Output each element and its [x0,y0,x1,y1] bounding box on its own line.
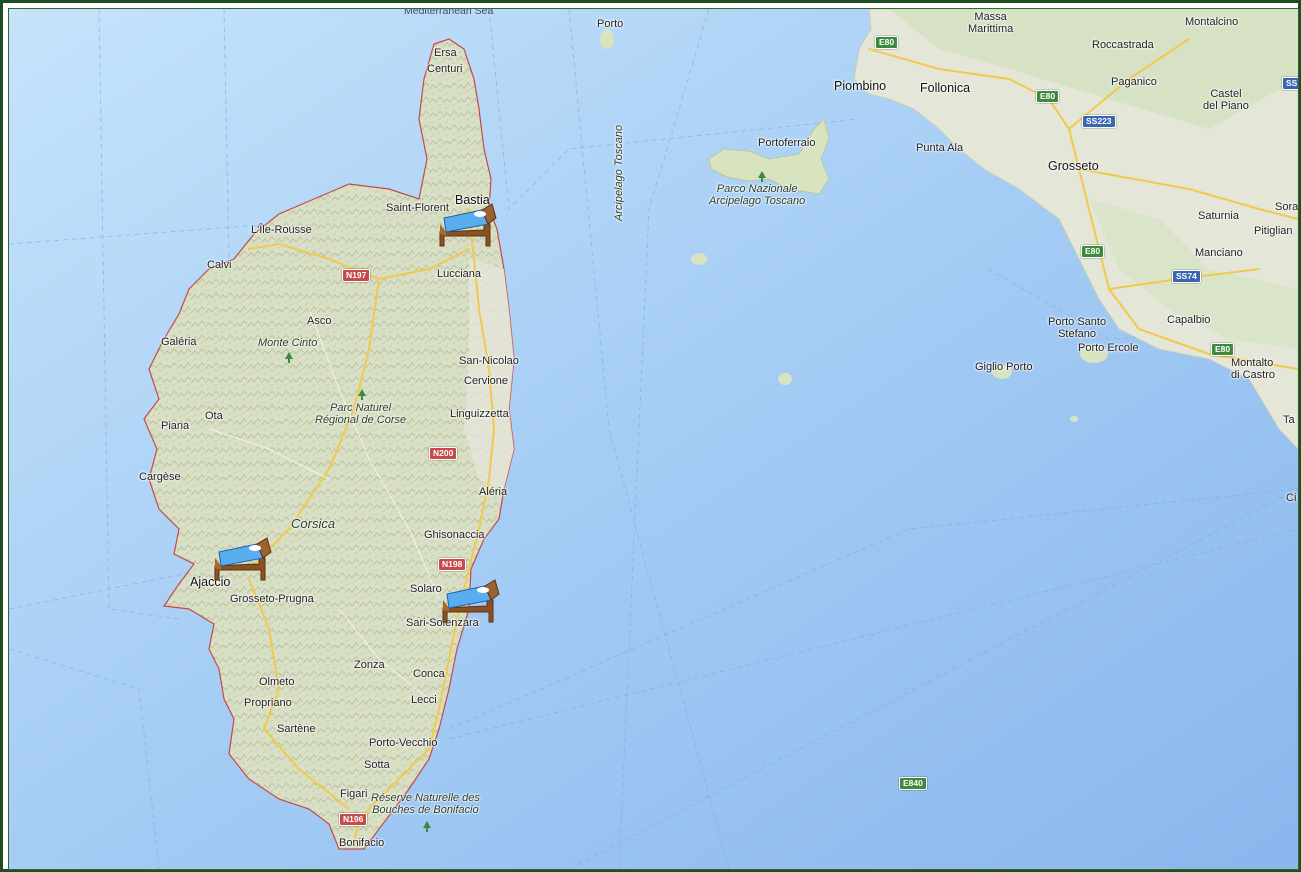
place-castel-del-piano[interactable]: Castel del Piano [1203,88,1249,112]
place-solaro[interactable]: Solaro [410,583,442,595]
road-shield-ss74: SS74 [1172,270,1201,283]
place-zonza[interactable]: Zonza [354,659,385,671]
place-ci[interactable]: Ci [1286,492,1296,504]
road-shield-e840: E840 [899,777,927,790]
place-linguizzetta[interactable]: Linguizzetta [450,408,509,420]
bed-icon[interactable] [439,574,501,624]
place-aleria[interactable]: Aléria [479,486,507,498]
place-conca[interactable]: Conca [413,668,445,680]
place-paganico[interactable]: Paganico [1111,76,1157,88]
park-tree-icon [423,821,431,832]
place-centuri[interactable]: Centuri [427,63,462,75]
place-porto-vecchio[interactable]: Porto-Vecchio [369,737,437,749]
place-ile-rousse[interactable]: L'Île-Rousse [251,224,312,236]
road-shield-e80-b: E80 [1036,90,1060,103]
place-ota[interactable]: Ota [205,410,223,422]
road-shield-n200: N200 [429,447,458,460]
place-parco-nazionale[interactable]: Parco Nazionale Arcipelago Toscano [709,183,805,207]
place-grosseto[interactable]: Grosseto [1048,160,1099,173]
place-sotta[interactable]: Sotta [364,759,390,771]
place-grosseto-prugna[interactable]: Grosseto-Prugna [230,593,314,605]
place-ersa[interactable]: Ersa [434,47,457,59]
place-arcipelago-toscano: Arcipelago Toscano [613,124,626,222]
place-sartene[interactable]: Sartène [277,723,316,735]
bed-icon[interactable] [211,532,273,582]
place-porto[interactable]: Porto [597,18,623,30]
place-reserve-bonifacio[interactable]: Réserve Naturelle des Bouches de Bonifac… [371,792,480,816]
road-shield-n196: N196 [339,813,368,826]
road-shield-n198: N198 [438,558,467,571]
place-porto-ercole[interactable]: Porto Ercole [1078,342,1139,354]
place-ghisonaccia[interactable]: Ghisonaccia [424,529,485,541]
place-sora[interactable]: Sora [1275,201,1298,213]
place-pitigliano[interactable]: Pitiglian [1254,225,1293,237]
place-piombino[interactable]: Piombino [834,80,886,93]
bed-icon[interactable] [436,198,498,248]
place-propriano[interactable]: Propriano [244,697,292,709]
place-galeria[interactable]: Galéria [161,336,196,348]
place-piana[interactable]: Piana [161,420,189,432]
place-cargese[interactable]: Cargèse [139,471,181,483]
road-shield-e80-d: E80 [1211,343,1235,356]
place-capalbio[interactable]: Capalbio [1167,314,1210,326]
place-asco[interactable]: Asco [307,315,331,327]
place-portoferraio[interactable]: Portoferraio [758,137,815,149]
place-calvi[interactable]: Calvi [207,259,231,271]
park-tree-icon [285,352,293,363]
place-lecci[interactable]: Lecci [411,694,437,706]
place-lucciana[interactable]: Lucciana [437,268,481,280]
place-ta[interactable]: Ta [1283,414,1295,426]
place-san-nicolao[interactable]: San-Nicolao [459,355,519,367]
place-parc-corse[interactable]: Parc Naturel Régional de Corse [315,402,406,426]
place-montalto-di-castro[interactable]: Montalto di Castro [1231,357,1275,381]
place-bonifacio[interactable]: Bonifacio [339,837,384,849]
map-frame: Bastia Saint-Florent Ersa Centuri L'Île-… [0,0,1301,872]
place-monte-cinto[interactable]: Monte Cinto [258,337,317,349]
road-shield-e80-a: E80 [875,36,899,49]
road-shield-n197: N197 [342,269,371,282]
place-corsica[interactable]: Corsica [291,517,335,530]
place-giglio-porto[interactable]: Giglio Porto [975,361,1032,373]
park-tree-icon [358,389,366,400]
park-tree-icon [758,171,766,182]
place-massa-marittima[interactable]: Massa Marittima [968,11,1013,35]
place-montalcino[interactable]: Montalcino [1185,16,1238,28]
road-shield-e80-c: E80 [1081,245,1105,258]
place-porto-santo-stefano[interactable]: Porto Santo Stefano [1048,316,1106,340]
map-canvas[interactable]: Bastia Saint-Florent Ersa Centuri L'Île-… [8,8,1299,870]
place-manciano[interactable]: Manciano [1195,247,1243,259]
place-figari[interactable]: Figari [340,788,368,800]
place-roccastrada[interactable]: Roccastrada [1092,39,1154,51]
place-olmeto[interactable]: Olmeto [259,676,294,688]
place-follonica[interactable]: Follonica [920,82,970,95]
place-saturnia[interactable]: Saturnia [1198,210,1239,222]
road-shield-ss: SS [1282,77,1298,90]
place-cervione[interactable]: Cervione [464,375,508,387]
place-punta-ala[interactable]: Punta Ala [916,142,963,154]
place-mediterranean-sea: Mediterranean Sea [404,8,494,17]
road-shield-ss223: SS223 [1082,115,1116,128]
map-geography [9,9,1298,869]
